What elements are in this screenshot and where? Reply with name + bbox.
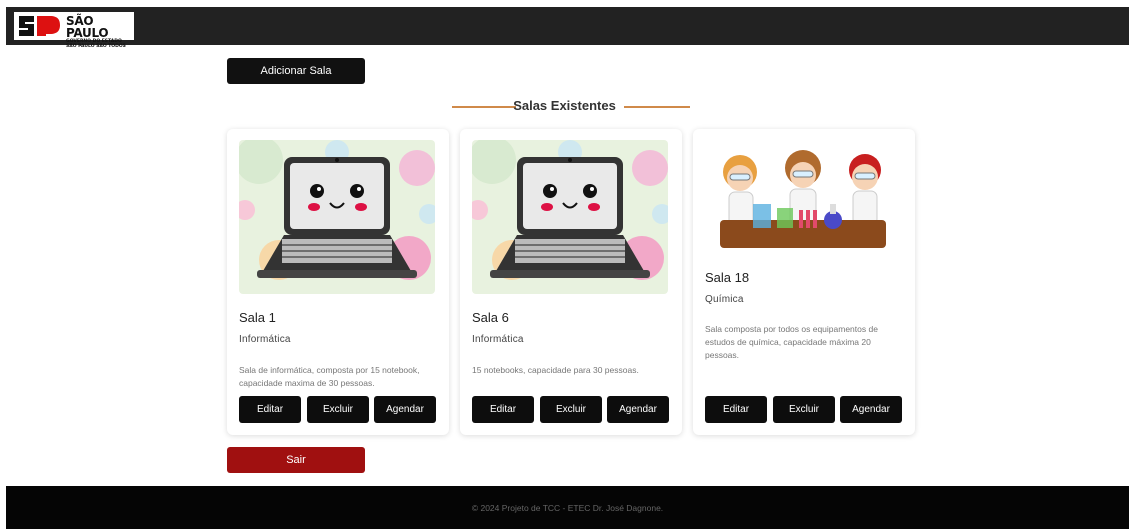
room-description: Sala composta por todos os equipamentos … <box>705 324 878 360</box>
logo-title: SÃO PAULO <box>66 14 109 40</box>
schedule-button[interactable]: Agendar <box>607 396 669 423</box>
room-title: Sala 18 <box>705 270 750 285</box>
sp-logo-icon <box>19 16 60 36</box>
exit-button[interactable]: Sair <box>227 447 365 473</box>
section-title: Salas Existentes <box>513 98 616 113</box>
room-card: Sala 18 Química Sala composta por todos … <box>693 129 915 435</box>
room-description: 15 notebooks, capacidade para 30 pessoas… <box>472 365 639 375</box>
logo-line-2: SÃO PAULO SÃO TODOS <box>66 44 126 49</box>
schedule-button[interactable]: Agendar <box>840 396 902 423</box>
edit-button[interactable]: Editar <box>705 396 767 423</box>
delete-button[interactable]: Excluir <box>773 396 835 423</box>
footer: © 2024 Projeto de TCC - ETEC Dr. José Da… <box>6 486 1129 529</box>
room-title: Sala 6 <box>472 310 509 325</box>
room-card: Sala 1 Informática Sala de informática, … <box>227 129 449 435</box>
room-category: Informática <box>239 334 291 345</box>
footer-text: © 2024 Projeto de TCC - ETEC Dr. José Da… <box>471 502 664 513</box>
room-title: Sala 1 <box>239 310 276 325</box>
room-image <box>239 140 435 294</box>
edit-button[interactable]: Editar <box>472 396 534 423</box>
room-category: Informática <box>472 334 524 345</box>
room-card: Sala 6 Informática 15 notebooks, capacid… <box>460 129 682 435</box>
room-image <box>472 140 668 294</box>
room-image <box>705 140 901 255</box>
add-room-button[interactable]: Adicionar Sala <box>227 58 365 84</box>
edit-button[interactable]: Editar <box>239 396 301 423</box>
delete-button[interactable]: Excluir <box>540 396 602 423</box>
schedule-button[interactable]: Agendar <box>374 396 436 423</box>
top-navbar: SÃO PAULO GOVERNO DO ESTADO SÃO PAULO SÃ… <box>6 7 1129 49</box>
sao-paulo-logo[interactable]: SÃO PAULO GOVERNO DO ESTADO SÃO PAULO SÃ… <box>14 12 134 49</box>
logo-text: SÃO PAULO GOVERNO DO ESTADO SÃO PAULO SÃ… <box>66 15 134 49</box>
room-description: Sala de informática, composta por 15 not… <box>239 365 420 388</box>
page-top-margin <box>0 0 1129 7</box>
section-title-line-right <box>624 106 690 108</box>
room-category: Química <box>705 294 744 305</box>
delete-button[interactable]: Excluir <box>307 396 369 423</box>
